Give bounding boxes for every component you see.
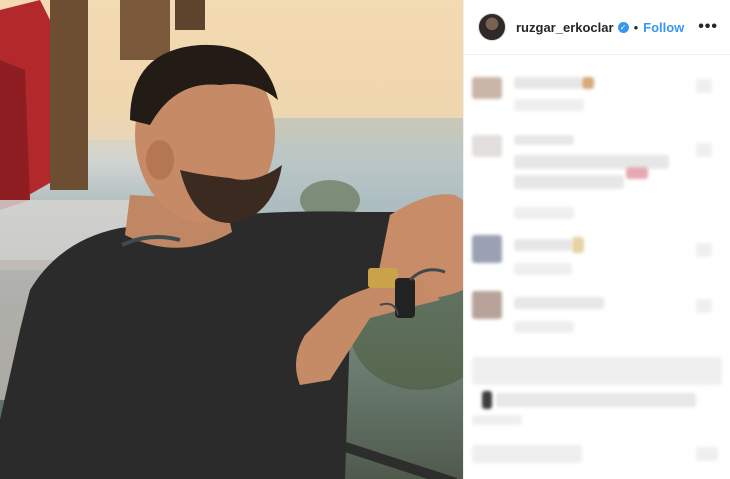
post-comment-button[interactable] <box>696 447 718 461</box>
add-comment-input[interactable] <box>472 445 582 463</box>
verified-badge-icon: ✓ <box>617 21 629 33</box>
comment-avatar <box>472 77 502 99</box>
post-header: ruzgar_erkoclar ✓ • Follow ••• <box>464 0 730 55</box>
comments-list-blurred <box>464 55 730 479</box>
actions-bar <box>472 357 722 385</box>
likes-icon <box>482 391 492 409</box>
likes-count <box>496 393 696 407</box>
comment-text <box>514 77 582 89</box>
username-link[interactable]: ruzgar_erkoclar <box>516 20 614 35</box>
comment-avatar <box>472 235 502 263</box>
comment-avatar <box>472 291 502 319</box>
comment-avatar <box>472 135 502 157</box>
comment-meta <box>514 321 574 333</box>
comment-like-icon <box>696 243 712 257</box>
comment-like-icon <box>696 143 712 157</box>
avatar[interactable] <box>478 13 506 41</box>
comment-meta <box>514 263 572 275</box>
comment-emoji <box>626 167 648 179</box>
comment-text <box>514 297 604 309</box>
post-timestamp <box>472 415 522 425</box>
comment-text <box>514 135 574 145</box>
post-photo-image <box>0 0 463 479</box>
more-options-icon[interactable]: ••• <box>698 18 718 36</box>
comment-meta <box>514 99 584 111</box>
post-photo[interactable] <box>0 0 463 479</box>
comment-emoji <box>582 77 594 89</box>
comment-emoji <box>572 237 584 253</box>
comment-text <box>514 175 624 189</box>
separator-dot: • <box>633 19 639 35</box>
comment-text <box>514 239 572 251</box>
follow-button[interactable]: Follow <box>643 20 684 35</box>
comment-meta <box>514 207 574 219</box>
comment-like-icon <box>696 79 712 93</box>
instagram-post: ruzgar_erkoclar ✓ • Follow ••• <box>0 0 730 479</box>
comment-like-icon <box>696 299 712 313</box>
post-side-panel: ruzgar_erkoclar ✓ • Follow ••• <box>463 0 730 479</box>
